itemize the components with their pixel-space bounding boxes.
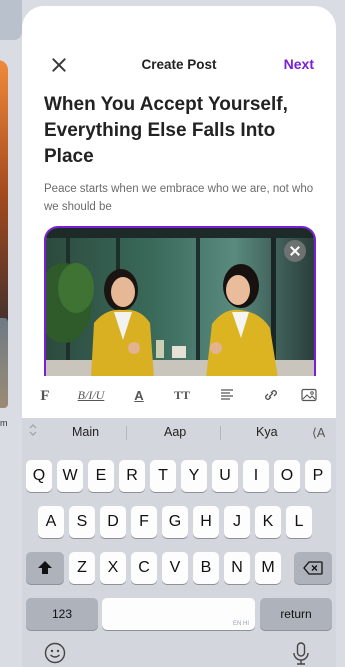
keyboard: Main Aap Kya ⟨A Q W E R T Y U I O P A S …: [22, 418, 336, 667]
post-image-photo: [46, 228, 314, 376]
key-b[interactable]: B: [193, 552, 219, 584]
key-g[interactable]: G: [162, 506, 188, 538]
key-w[interactable]: W: [57, 460, 83, 492]
key-l[interactable]: L: [286, 506, 312, 538]
suggestion-1[interactable]: Main: [72, 425, 99, 439]
key-d[interactable]: D: [100, 506, 126, 538]
chevron-icon[interactable]: [28, 423, 38, 440]
microphone-icon[interactable]: [292, 642, 310, 667]
key-e[interactable]: E: [88, 460, 114, 492]
backspace-icon: [303, 561, 323, 575]
key-n[interactable]: N: [224, 552, 250, 584]
key-h[interactable]: H: [193, 506, 219, 538]
shift-key[interactable]: [26, 552, 64, 584]
suggestion-divider: [126, 426, 127, 440]
post-headline[interactable]: When You Accept Yourself, Everything Els…: [44, 92, 316, 170]
key-p[interactable]: P: [305, 460, 331, 492]
backspace-key[interactable]: [294, 552, 332, 584]
format-toolbar: F B/I/U A TT: [22, 382, 336, 410]
next-button[interactable]: Next: [284, 56, 314, 72]
key-m[interactable]: M: [255, 552, 281, 584]
return-key[interactable]: return: [260, 598, 332, 630]
font-icon[interactable]: F: [38, 388, 52, 404]
suggestion-3[interactable]: Kya: [256, 425, 278, 439]
background-card-text: m: [0, 418, 8, 428]
language-switch[interactable]: ⟨A: [312, 425, 325, 440]
top-bar: Create Post Next: [22, 54, 336, 76]
background-card-image-2: [0, 318, 8, 408]
text-color-icon[interactable]: A: [132, 388, 146, 404]
numbers-key[interactable]: 123: [26, 598, 98, 630]
suggestion-divider: [220, 426, 221, 440]
key-x[interactable]: X: [100, 552, 126, 584]
key-a[interactable]: A: [38, 506, 64, 538]
remove-image-icon[interactable]: [284, 240, 306, 262]
emoji-icon[interactable]: [44, 642, 66, 667]
key-y[interactable]: Y: [181, 460, 207, 492]
key-q[interactable]: Q: [26, 460, 52, 492]
create-post-sheet: Create Post Next When You Accept Yoursel…: [22, 6, 336, 667]
key-s[interactable]: S: [69, 506, 95, 538]
shift-icon: [38, 561, 52, 574]
space-key[interactable]: EN HI: [102, 598, 255, 630]
key-j[interactable]: J: [224, 506, 250, 538]
background-card-top: [0, 0, 22, 40]
post-subtitle[interactable]: Peace starts when we embrace who we are,…: [44, 180, 320, 216]
key-r[interactable]: R: [119, 460, 145, 492]
key-u[interactable]: U: [212, 460, 238, 492]
text-size-icon[interactable]: TT: [171, 388, 193, 404]
key-t[interactable]: T: [150, 460, 176, 492]
align-icon[interactable]: [220, 388, 234, 404]
key-f[interactable]: F: [131, 506, 157, 538]
key-i[interactable]: I: [243, 460, 269, 492]
key-v[interactable]: V: [162, 552, 188, 584]
key-o[interactable]: O: [274, 460, 300, 492]
link-icon[interactable]: [263, 388, 279, 404]
text-style-icon[interactable]: B/I/U: [76, 388, 106, 404]
image-icon[interactable]: [301, 388, 317, 404]
suggestion-bar: Main Aap Kya ⟨A: [22, 418, 336, 446]
key-z[interactable]: Z: [69, 552, 95, 584]
space-language-hint: EN HI: [232, 621, 249, 627]
key-c[interactable]: C: [131, 552, 157, 584]
background-card-image: [0, 60, 8, 360]
key-k[interactable]: K: [255, 506, 281, 538]
post-image[interactable]: [44, 226, 316, 376]
suggestion-2[interactable]: Aap: [164, 425, 186, 439]
